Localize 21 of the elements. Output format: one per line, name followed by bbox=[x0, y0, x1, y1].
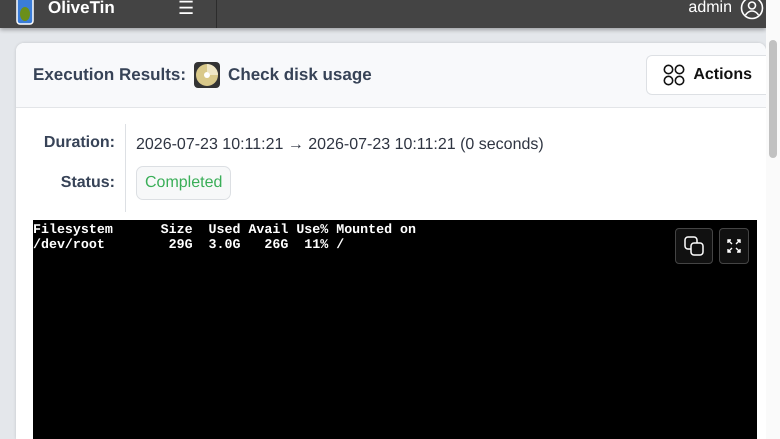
terminal-line: /dev/root 29G 3.0G 26G 11% / bbox=[33, 237, 344, 252]
expand-icon bbox=[727, 239, 741, 253]
user-icon[interactable] bbox=[740, 0, 764, 20]
actions-button[interactable]: Actions bbox=[646, 55, 766, 95]
card-label: Execution Results: bbox=[33, 65, 186, 85]
fullscreen-button[interactable] bbox=[719, 228, 749, 264]
olive-logo-icon bbox=[16, 0, 34, 25]
copy-button[interactable] bbox=[675, 228, 713, 264]
copy-icon bbox=[683, 235, 705, 257]
menu-button[interactable]: ☰ bbox=[178, 0, 194, 19]
disc-icon bbox=[194, 62, 220, 88]
scrollbar-thumb[interactable] bbox=[769, 40, 777, 158]
detail-label: Status: bbox=[16, 166, 126, 212]
status-badge: Completed bbox=[136, 166, 232, 200]
grid-icon bbox=[663, 64, 686, 86]
detail-value: 2026-07-23 10:11:21 → 2026-07-23 10:11:21 (0 seconds) bbox=[136, 136, 544, 154]
user-name: admin bbox=[688, 0, 732, 17]
action-title: Check disk usage bbox=[228, 65, 372, 85]
detail-label: Duration: bbox=[16, 124, 126, 166]
terminal-line: Filesystem Size Used Avail Use% Mounted on bbox=[33, 222, 416, 237]
app-name: OliveTin bbox=[48, 0, 115, 18]
